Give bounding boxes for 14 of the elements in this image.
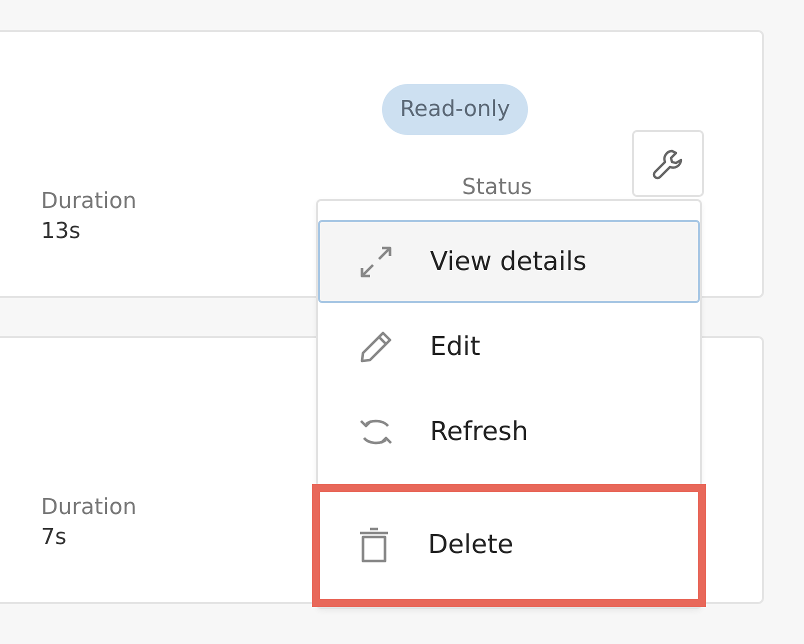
menu-item[interactable]: Edit	[318, 305, 700, 388]
menu-item[interactable]: Delete	[312, 484, 706, 608]
field-label: Status	[462, 174, 532, 202]
field-value: 13s	[41, 218, 80, 246]
field-label: Duration	[41, 494, 137, 522]
menu-item[interactable]: View details	[318, 220, 700, 304]
menu-item[interactable]: Refresh	[318, 390, 700, 474]
wrench-button[interactable]	[632, 130, 704, 197]
wrench-icon	[652, 148, 684, 180]
field-label: Duration	[41, 188, 137, 216]
expand-icon	[358, 244, 394, 280]
status-badge: Read-only	[382, 84, 528, 135]
field-value: 7s	[41, 524, 66, 552]
pencil-icon	[358, 328, 394, 365]
